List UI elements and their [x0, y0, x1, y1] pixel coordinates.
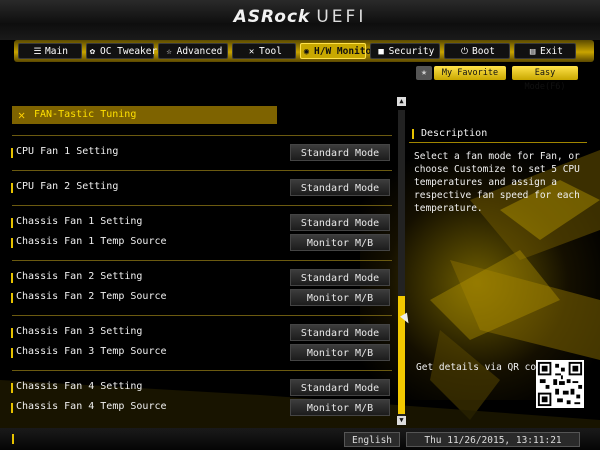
- tab-label: H/W Monitor: [314, 46, 377, 57]
- setting-value-dropdown[interactable]: Standard Mode: [290, 379, 390, 396]
- scroll-down-arrow-icon[interactable]: ▼: [397, 416, 406, 425]
- row-marker: [11, 148, 13, 158]
- settings-panel: ✕ FAN-Tastic Tuning CPU Fan 1 Setting Sta…: [0, 92, 396, 426]
- row-marker: [11, 183, 13, 193]
- tab-icon: ☰: [33, 47, 42, 57]
- wrench-icon: ✕: [18, 108, 26, 122]
- setting-label: Chassis Fan 3 Setting: [16, 326, 143, 337]
- setting-row[interactable]: Chassis Fan 4 Setting Standard Mode: [0, 379, 396, 397]
- row-separator: [12, 135, 392, 136]
- footer-marker: [12, 434, 14, 444]
- setting-value-dropdown[interactable]: Monitor M/B: [290, 399, 390, 416]
- qr-code-icon: [536, 360, 584, 408]
- tab-icon: ⏻: [460, 47, 469, 57]
- setting-label: CPU Fan 1 Setting: [16, 146, 119, 157]
- row-marker: [11, 238, 13, 248]
- row-marker: [11, 383, 13, 393]
- tab-icon: ◉: [303, 47, 310, 57]
- tab-icon: ☆: [166, 47, 172, 57]
- setting-label: CPU Fan 2 Setting: [16, 181, 119, 192]
- language-button[interactable]: English: [344, 432, 400, 447]
- my-favorite-button[interactable]: My Favorite: [434, 66, 506, 80]
- setting-row[interactable]: Chassis Fan 1 Temp Source Monitor M/B: [0, 234, 396, 252]
- setting-label: Chassis Fan 4 Setting: [16, 381, 143, 392]
- row-separator: [12, 315, 392, 316]
- setting-label: Chassis Fan 1 Temp Source: [16, 236, 167, 247]
- row-marker: [11, 293, 13, 303]
- setting-value-dropdown[interactable]: Monitor M/B: [290, 289, 390, 306]
- section-header-fan-tastic-tuning[interactable]: ✕ FAN-Tastic Tuning: [12, 106, 277, 124]
- setting-row[interactable]: CPU Fan 1 Setting Standard Mode: [0, 144, 396, 162]
- tab-oc-tweaker[interactable]: ✿ OC Tweaker: [86, 43, 158, 59]
- setting-row[interactable]: Chassis Fan 4 Temp Source Monitor M/B: [0, 399, 396, 417]
- tab-advanced[interactable]: ☆ Advanced: [158, 43, 228, 59]
- tab-label: Boot: [472, 46, 495, 57]
- row-marker: [11, 218, 13, 228]
- row-separator: [12, 260, 392, 261]
- setting-label: Chassis Fan 2 Setting: [16, 271, 143, 282]
- easy-mode-button[interactable]: Easy Mode(F6): [512, 66, 578, 92]
- tab-main[interactable]: ☰ Main: [18, 43, 82, 59]
- row-separator: [12, 205, 392, 206]
- setting-row[interactable]: Chassis Fan 2 Temp Source Monitor M/B: [0, 289, 396, 307]
- row-marker: [11, 348, 13, 358]
- tab-icon: ✿: [89, 47, 96, 57]
- tab-label: Security: [388, 46, 435, 57]
- tab-icon: ✕: [248, 47, 255, 57]
- star-icon[interactable]: ★: [416, 66, 432, 80]
- tab-security[interactable]: ■ Security: [370, 43, 440, 59]
- setting-row[interactable]: Chassis Fan 3 Temp Source Monitor M/B: [0, 344, 396, 362]
- brand-logo: ASRock UEFI: [233, 7, 367, 27]
- title-bar: ASRock UEFI: [0, 0, 600, 40]
- scroll-up-arrow-icon[interactable]: ▲: [397, 97, 406, 106]
- tab-label: Tool: [259, 46, 282, 57]
- setting-value-dropdown[interactable]: Monitor M/B: [290, 344, 390, 361]
- tab-label: Advanced: [176, 46, 223, 57]
- tab-label: Exit: [540, 46, 563, 57]
- tab-label: OC Tweaker: [100, 46, 158, 57]
- tab-bar: ☰ Main ✿ OC Tweaker ☆ Advanced ✕ Tool ◉ H/W Monit…: [14, 40, 594, 62]
- tab-icon: ■: [378, 47, 384, 57]
- row-separator: [12, 170, 392, 171]
- setting-value-dropdown[interactable]: Standard Mode: [290, 269, 390, 286]
- datetime-display: Thu 11/26/2015, 13:11:21: [406, 432, 580, 447]
- row-marker: [11, 403, 13, 413]
- setting-label: Chassis Fan 3 Temp Source: [16, 346, 167, 357]
- setting-label: Chassis Fan 1 Setting: [16, 216, 143, 227]
- setting-value-dropdown[interactable]: Standard Mode: [290, 324, 390, 341]
- setting-row[interactable]: CPU Fan 2 Setting Standard Mode: [0, 179, 396, 197]
- setting-value-dropdown[interactable]: Standard Mode: [290, 144, 390, 161]
- description-header: Description: [409, 126, 587, 143]
- section-title: FAN-Tastic Tuning: [34, 109, 137, 120]
- setting-value-dropdown[interactable]: Standard Mode: [290, 214, 390, 231]
- tab-h-w-monitor[interactable]: ◉ H/W Monitor: [300, 43, 377, 59]
- setting-row[interactable]: Chassis Fan 1 Setting Standard Mode: [0, 214, 396, 232]
- qr-label: Get details via QR code: [416, 362, 548, 373]
- setting-row[interactable]: Chassis Fan 3 Setting Standard Mode: [0, 324, 396, 342]
- description-title: Description: [421, 128, 488, 139]
- row-marker: [11, 273, 13, 283]
- tab-exit[interactable]: ▤ Exit: [514, 43, 576, 59]
- setting-label: Chassis Fan 2 Temp Source: [16, 291, 167, 302]
- tab-icon: ▤: [529, 47, 536, 57]
- setting-row[interactable]: Chassis Fan 2 Setting Standard Mode: [0, 269, 396, 287]
- setting-value-dropdown[interactable]: Monitor M/B: [290, 234, 390, 251]
- setting-label: Chassis Fan 4 Temp Source: [16, 401, 167, 412]
- tab-tool[interactable]: ✕ Tool: [232, 43, 296, 59]
- row-marker: [11, 328, 13, 338]
- setting-value-dropdown[interactable]: Standard Mode: [290, 179, 390, 196]
- description-text: Select a fan mode for Fan, or choose Cus…: [414, 151, 580, 214]
- tab-boot[interactable]: ⏻ Boot: [444, 43, 510, 59]
- row-separator: [12, 370, 392, 371]
- tab-label: Main: [45, 46, 68, 57]
